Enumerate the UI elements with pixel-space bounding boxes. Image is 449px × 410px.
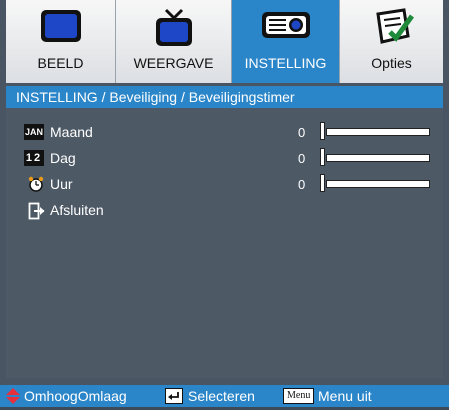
row-uur[interactable]: Uur 0: [22, 174, 442, 194]
footer-nav-label: OmhoogOmlaag: [24, 388, 127, 404]
settings-panel: JAN Maand 0 12 Dag 0 Uur 0 Afsluiten: [6, 108, 443, 378]
row-afsluiten-label: Afsluiten: [50, 202, 104, 218]
footer-hint-bar: OmhoogOmlaag Selecteren Menu Menu uit: [0, 385, 449, 407]
tab-weergave[interactable]: WEERGAVE: [116, 0, 232, 83]
alarm-clock-icon: [28, 176, 44, 192]
footer-select-label: Selecteren: [188, 388, 255, 404]
maand-slider-thumb[interactable]: [320, 122, 325, 140]
tab-instelling-label: INSTELLING: [244, 55, 327, 71]
tab-beeld[interactable]: BEELD: [6, 0, 116, 83]
monitor-icon: [39, 8, 83, 49]
calendar-month-icon: JAN: [24, 124, 44, 140]
footer-menu-label: Menu uit: [318, 388, 372, 404]
row-maand[interactable]: JAN Maand 0: [22, 122, 442, 142]
row-dag[interactable]: 12 Dag 0: [22, 148, 442, 168]
breadcrumb: INSTELLING / Beveiliging / Beveiligingst…: [6, 86, 443, 108]
row-maand-value: 0: [298, 125, 306, 140]
row-uur-value: 0: [298, 177, 306, 192]
tab-instelling[interactable]: INSTELLING: [232, 0, 340, 83]
dag-slider[interactable]: [326, 154, 430, 162]
exit-icon: [28, 202, 45, 220]
osd-menu: BEELD WEERGAVE INSTELLING Opties INSTELL…: [0, 0, 449, 407]
tab-opties-label: Opties: [371, 55, 412, 71]
tv-icon: [152, 8, 196, 53]
row-maand-label: Maand: [50, 124, 93, 140]
calendar-day-icon: 12: [24, 150, 44, 166]
projector-icon: [260, 8, 312, 47]
tab-opties[interactable]: Opties: [340, 0, 443, 83]
tab-beeld-label: BEELD: [37, 55, 84, 71]
row-dag-value: 0: [298, 151, 306, 166]
tab-weergave-label: WEERGAVE: [133, 55, 214, 71]
menu-key-icon: Menu: [283, 388, 315, 404]
checklist-icon: [370, 8, 414, 53]
row-dag-label: Dag: [50, 150, 76, 166]
row-uur-label: Uur: [50, 176, 73, 192]
row-afsluiten[interactable]: Afsluiten: [22, 200, 442, 220]
uur-slider[interactable]: [326, 180, 430, 188]
maand-slider[interactable]: [326, 128, 430, 136]
dag-slider-thumb[interactable]: [320, 148, 325, 166]
tab-bar: BEELD WEERGAVE INSTELLING Opties: [6, 0, 443, 83]
uur-slider-thumb[interactable]: [320, 174, 325, 192]
